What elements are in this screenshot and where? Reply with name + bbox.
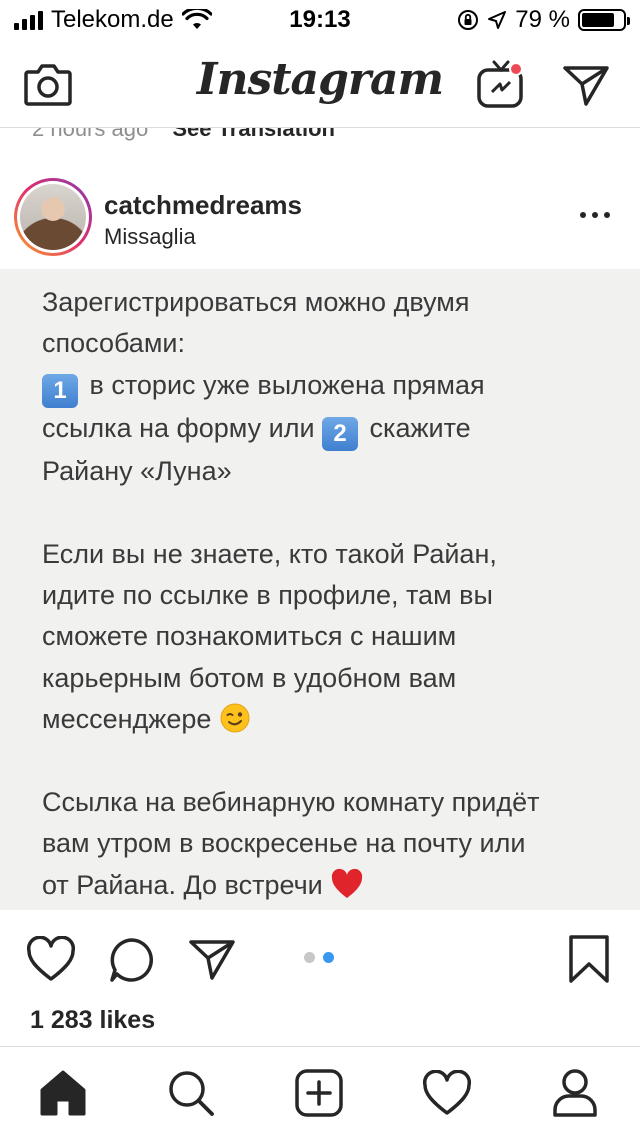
battery-icon xyxy=(578,9,630,31)
keycap-1-icon: 1 xyxy=(42,373,78,408)
red-heart-icon xyxy=(332,868,363,898)
igtv-notification-dot xyxy=(509,62,523,76)
avatar[interactable] xyxy=(14,178,92,256)
previous-post-meta-text: 2 hours ago See Translation xyxy=(32,128,335,142)
top-navigation: Instagram xyxy=(0,40,640,128)
instagram-app: Telekom.de 19:13 79 % Instagram 2 hours … xyxy=(0,0,640,1136)
text-line: скажите xyxy=(362,412,471,443)
text-line: идите по ссылке в профиле, там вы xyxy=(42,580,493,611)
battery-fill xyxy=(582,13,614,27)
winking-face-icon xyxy=(220,703,250,733)
avatar-border xyxy=(17,181,89,253)
post-location[interactable]: Missaglia xyxy=(104,224,196,250)
text-line: Зарегистрироваться можно двумя xyxy=(42,287,470,317)
post-image-text: Зарегистрироваться можно двумя способами… xyxy=(42,282,612,906)
text-line: мессенджере xyxy=(42,704,219,735)
more-options-icon[interactable] xyxy=(580,212,610,218)
profile-icon xyxy=(553,1069,597,1117)
post-timestamp: 2 hours ago xyxy=(32,128,149,141)
text-line: Райану «Луна» xyxy=(42,455,232,486)
text-line: от Райана. До встречи xyxy=(42,869,331,900)
instagram-logo: Instagram xyxy=(196,54,444,105)
carousel-dot xyxy=(323,952,334,963)
status-left: Telekom.de xyxy=(14,6,212,34)
carousel-indicator xyxy=(304,952,334,963)
tab-new-post[interactable] xyxy=(291,1065,347,1121)
keycap-2-icon: 2 xyxy=(322,416,359,451)
status-right: 79 % xyxy=(457,6,630,34)
text-line: карьерным ботом в удобном вам xyxy=(42,662,457,693)
text-line: сможете познакомиться с нашим xyxy=(42,621,457,652)
activity-icon xyxy=(422,1070,472,1115)
see-translation-link[interactable]: See Translation xyxy=(172,128,335,141)
battery-percent: 79 % xyxy=(515,6,570,33)
likes-count[interactable]: 1 283 likes xyxy=(30,1006,155,1035)
tab-profile[interactable] xyxy=(547,1065,603,1121)
carrier-label: Telekom.de xyxy=(51,6,174,33)
post-username[interactable]: catchmedreams xyxy=(104,190,302,221)
share-icon[interactable] xyxy=(188,938,236,982)
previous-post-meta: 2 hours ago See Translation xyxy=(0,128,640,142)
comment-icon[interactable] xyxy=(108,936,156,984)
wifi-icon xyxy=(181,9,212,29)
carousel-dot xyxy=(304,952,315,963)
bottom-tab-bar xyxy=(0,1046,640,1136)
tab-search[interactable] xyxy=(163,1065,219,1121)
avatar-image xyxy=(20,184,86,250)
status-bar: Telekom.de 19:13 79 % xyxy=(0,0,640,40)
post-action-bar xyxy=(0,910,640,1006)
like-heart-icon[interactable] xyxy=(26,936,76,982)
tab-home[interactable] xyxy=(35,1065,91,1121)
post-header: catchmedreams Missaglia xyxy=(0,160,640,270)
text-line: ссылка на форму или xyxy=(42,412,323,443)
text-line: Если вы не знаете, кто такой Райан, xyxy=(42,538,497,569)
bookmark-icon[interactable] xyxy=(568,934,610,984)
new-post-icon xyxy=(295,1069,343,1117)
text-line: вам утром в воскресенье на почту или xyxy=(42,828,526,859)
post-image[interactable]: Зарегистрироваться можно двумя способами… xyxy=(0,270,640,910)
search-icon xyxy=(169,1071,214,1116)
home-icon xyxy=(40,1070,86,1116)
text-line: способами: xyxy=(42,328,185,359)
tab-activity[interactable] xyxy=(419,1065,475,1121)
text-line: Ссылка на вебинарную комнату придёт xyxy=(42,787,540,818)
text-line: в сторис уже выложена прямая xyxy=(82,369,485,400)
rotation-lock-icon xyxy=(458,10,479,30)
location-arrow-icon xyxy=(488,11,507,29)
direct-message-icon[interactable] xyxy=(562,64,610,108)
signal-icon xyxy=(14,10,43,30)
